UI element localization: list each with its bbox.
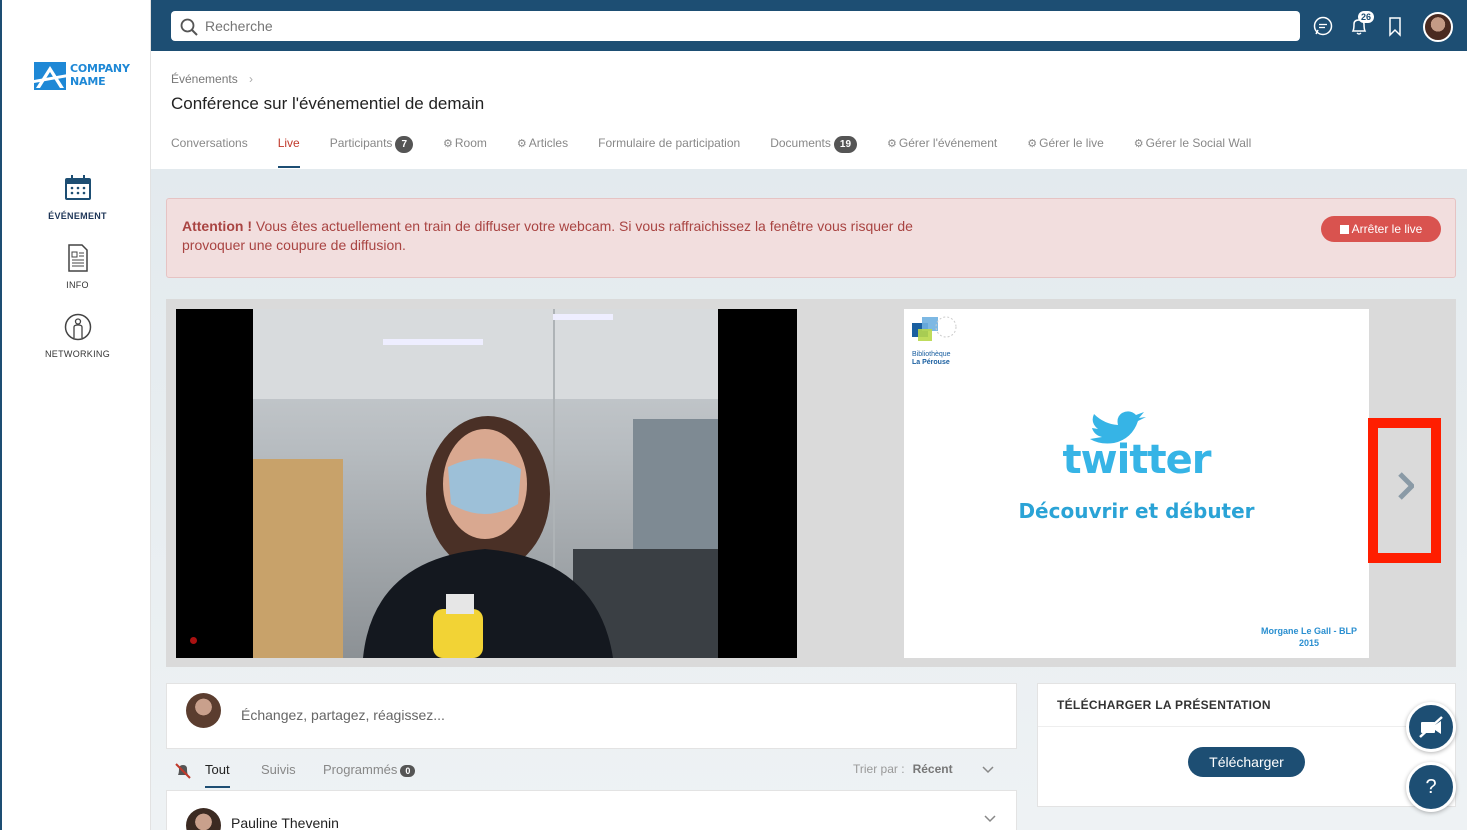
left-sidebar: COMPANY NAME ÉVÉNEMENT INFO NETWORKING (0, 0, 151, 830)
recording-indicator-icon (190, 637, 197, 644)
feed-tab-followed[interactable]: Suivis (261, 762, 296, 777)
divider (1038, 726, 1455, 727)
tab-gerer-social-wall[interactable]: ⚙ Gérer le Social Wall (1134, 136, 1251, 170)
alert-message: Attention ! Vous êtes actuellement en tr… (182, 218, 913, 253)
sidebar-item-networking[interactable]: NETWORKING (2, 313, 153, 359)
sort-dropdown[interactable]: Trier par : Récent (853, 762, 994, 776)
sidebar-item-label: INFO (66, 280, 89, 290)
feed-tabs: Tout Suivis Programmés 0 Trier par : Récen… (166, 760, 1017, 790)
feed-tab-scheduled[interactable]: Programmés 0 (323, 762, 416, 777)
tab-documents[interactable]: Documents 19 (770, 136, 858, 170)
search-input[interactable] (205, 11, 1285, 41)
next-slide-button[interactable] (1368, 418, 1441, 563)
gear-icon: ⚙ (887, 138, 897, 150)
webcam-alert: Attention ! Vous êtes actuellement en tr… (166, 198, 1456, 278)
gear-icon: ⚙ (516, 138, 527, 150)
tab-gerer-evenement[interactable]: ⚙ Gérer l'événement (887, 136, 997, 170)
user-avatar[interactable] (1423, 12, 1453, 42)
chevron-down-icon (982, 766, 994, 773)
mute-notifications-icon[interactable] (174, 762, 192, 783)
event-tabs: Conversations Live Participants 7 ⚙ Room ⚙… (171, 136, 1281, 170)
presentation-slide: Bibliothèque La Pérouse twitter Découvrir… (904, 309, 1369, 658)
count-badge: 7 (395, 136, 413, 153)
live-stage: Bibliothèque La Pérouse twitter Découvrir… (166, 299, 1456, 667)
post-author[interactable]: Pauline Thevenin (231, 815, 339, 830)
library-logo: Bibliothèque La Pérouse (908, 313, 968, 366)
tab-formulaire[interactable]: Formulaire de participation (598, 136, 740, 170)
bell-icon[interactable]: 26 (1348, 11, 1375, 37)
search-icon (180, 18, 198, 36)
sidebar-item-label: ÉVÉNEMENT (48, 211, 107, 221)
tab-gerer-live[interactable]: ⚙ Gérer le live (1027, 136, 1104, 170)
tab-conversations[interactable]: Conversations (171, 136, 248, 170)
camera-toggle-button[interactable] (1406, 702, 1456, 752)
webcam-video[interactable] (176, 309, 797, 658)
webcam-frame (253, 309, 718, 658)
help-button[interactable]: ? (1406, 762, 1456, 812)
slide-subtitle: Découvrir et débuter (1018, 499, 1255, 523)
sidebar-item-evenement[interactable]: ÉVÉNEMENT (2, 175, 153, 221)
gear-icon: ⚙ (443, 138, 453, 150)
download-card: TÉLÉCHARGER LA PRÉSENTATION Télécharger (1037, 683, 1456, 807)
gear-icon: ⚙ (1133, 138, 1144, 150)
slide-brand: twitter (1062, 437, 1212, 483)
feed-tab-all[interactable]: Tout (205, 762, 230, 788)
avatar (186, 808, 221, 830)
gear-icon: ⚙ (1027, 138, 1038, 150)
camera-off-icon (1419, 716, 1443, 738)
chevron-right-icon (1398, 472, 1414, 500)
calendar-icon (63, 175, 93, 205)
notification-badge: 26 (1358, 11, 1375, 23)
page-title: Conférence sur l'événementiel de demain (171, 94, 485, 113)
post-composer[interactable]: Échangez, partagez, réagissez... (166, 683, 1017, 749)
company-logo[interactable]: COMPANY NAME (34, 60, 134, 94)
chevron-right-icon: › (249, 72, 254, 86)
count-badge: 19 (833, 136, 858, 153)
top-bar: 26 (151, 0, 1467, 51)
bookmark-icon[interactable] (1384, 15, 1406, 37)
feed-post[interactable]: Pauline Thevenin (166, 790, 1017, 830)
stop-icon (1339, 225, 1349, 234)
sidebar-item-label: NETWORKING (45, 349, 110, 359)
tab-articles[interactable]: ⚙ Articles (517, 136, 568, 170)
logo-mark-icon (34, 62, 68, 90)
document-icon (63, 244, 93, 274)
download-title: TÉLÉCHARGER LA PRÉSENTATION (1057, 698, 1271, 712)
stop-live-button[interactable]: Arrêter le live (1321, 216, 1441, 242)
person-icon (63, 313, 93, 343)
tab-room[interactable]: ⚙ Room (443, 136, 487, 170)
logo-text: COMPANY NAME (70, 62, 130, 88)
sidebar-item-info[interactable]: INFO (2, 244, 153, 290)
search-bar[interactable] (171, 11, 1300, 41)
count-badge: 0 (400, 765, 416, 777)
composer-input[interactable]: Échangez, partagez, réagissez... (241, 707, 445, 723)
tab-live[interactable]: Live (277, 136, 300, 170)
breadcrumb[interactable]: Événements › (171, 72, 253, 86)
slide-author: Morgane Le Gall - BLP 2015 (1260, 626, 1357, 648)
chat-icon[interactable] (1312, 15, 1334, 37)
tab-participants[interactable]: Participants 7 (330, 136, 413, 170)
avatar (186, 693, 221, 728)
chevron-down-icon[interactable] (984, 815, 996, 823)
download-button[interactable]: Télécharger (1188, 747, 1305, 777)
